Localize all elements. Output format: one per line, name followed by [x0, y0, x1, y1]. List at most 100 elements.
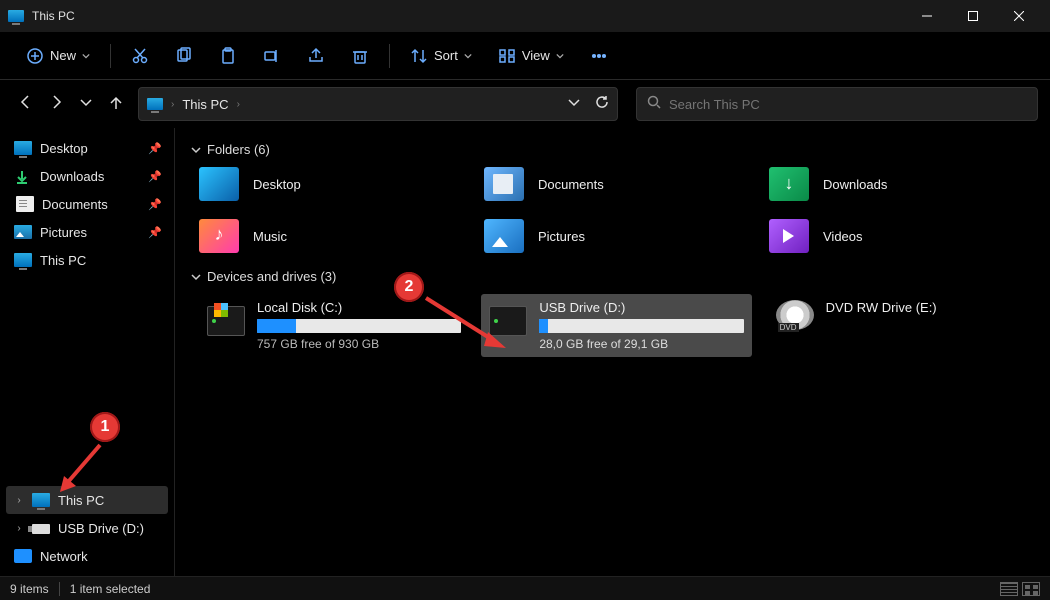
sidebar: Desktop 📌 Downloads📌 Documents 📌 Pictures📌… [0, 128, 175, 576]
sidebar-item-downloads[interactable]: Downloads📌 [6, 162, 168, 190]
toolbar-separator [389, 44, 390, 68]
drive-icon [207, 306, 245, 336]
pin-icon: 📌 [148, 198, 162, 211]
sidebar-item-label: Pictures [40, 225, 87, 240]
minimize-button[interactable] [904, 0, 950, 32]
paste-button[interactable] [209, 40, 247, 72]
plus-circle-icon [26, 47, 44, 65]
sidebar-item-desktop[interactable]: Desktop 📌 [6, 134, 168, 162]
pin-icon: 📌 [148, 142, 162, 155]
picture-icon [14, 225, 32, 239]
folder-label: Downloads [823, 177, 887, 192]
share-button[interactable] [297, 40, 335, 72]
refresh-button[interactable] [595, 95, 609, 114]
tiles-view-button[interactable] [1022, 582, 1040, 596]
status-separator [59, 582, 60, 596]
sidebar-item-label: Documents [42, 197, 108, 212]
up-button[interactable] [108, 94, 124, 115]
search-input[interactable] [669, 97, 1027, 112]
folder-pictures[interactable]: Pictures [484, 219, 749, 253]
breadcrumb-separator: › [237, 99, 240, 110]
breadcrumb-separator: › [171, 99, 174, 110]
sort-icon [410, 47, 428, 65]
pictures-folder-icon [484, 219, 524, 253]
content-pane: Folders (6) Desktop Documents Downloads Mus… [175, 128, 1050, 576]
back-button[interactable] [18, 94, 34, 115]
expand-icon[interactable]: › [14, 495, 24, 506]
rename-button[interactable] [253, 40, 291, 72]
search-box[interactable] [636, 87, 1038, 121]
folder-label: Videos [823, 229, 863, 244]
share-icon [307, 47, 325, 65]
close-button[interactable] [996, 0, 1042, 32]
chevron-down-icon [556, 52, 564, 60]
drive-item[interactable]: DVD RW Drive (E:) [764, 294, 1034, 357]
status-selected-count: 1 item selected [70, 582, 151, 596]
cut-button[interactable] [121, 40, 159, 72]
status-item-count: 9 items [10, 582, 49, 596]
folder-videos[interactable]: Videos [769, 219, 1034, 253]
folder-label: Documents [538, 177, 604, 192]
window-title: This PC [32, 9, 75, 23]
ellipsis-icon [590, 47, 608, 65]
search-icon [647, 95, 661, 114]
sort-label: Sort [434, 48, 458, 63]
folder-desktop[interactable]: Desktop [199, 167, 464, 201]
drive-usage-bar [539, 319, 743, 333]
forward-button[interactable] [48, 94, 64, 115]
recent-button[interactable] [78, 94, 94, 115]
copy-button[interactable] [165, 40, 203, 72]
rename-icon [263, 47, 281, 65]
sidebar-item-this-pc[interactable]: This PC [6, 246, 168, 274]
folders-section-header[interactable]: Folders (6) [191, 142, 1034, 157]
cut-icon [131, 47, 149, 65]
chevron-down-icon [464, 52, 472, 60]
folder-documents[interactable]: Documents [484, 167, 749, 201]
toolbar: New Sort View [0, 32, 1050, 80]
folder-label: Music [253, 229, 287, 244]
expand-icon[interactable]: › [14, 523, 24, 534]
desktop-folder-icon [199, 167, 239, 201]
drive-item[interactable]: USB Drive (D:)28,0 GB free of 29,1 GB [481, 294, 751, 357]
annotation-arrow-2 [418, 290, 518, 360]
toolbar-separator [110, 44, 111, 68]
copy-icon [175, 47, 193, 65]
drives-section-header[interactable]: Devices and drives (3) [191, 269, 1034, 284]
new-label: New [50, 48, 76, 63]
breadcrumb-root[interactable]: This PC [182, 97, 228, 112]
folder-label: Pictures [538, 229, 585, 244]
delete-button[interactable] [341, 40, 379, 72]
folder-downloads[interactable]: Downloads [769, 167, 1034, 201]
view-label: View [522, 48, 550, 63]
folders-header-label: Folders (6) [207, 142, 270, 157]
sidebar-item-label: Downloads [40, 169, 104, 184]
annotation-arrow-1 [50, 440, 110, 500]
usb-icon [32, 524, 50, 534]
maximize-button[interactable] [950, 0, 996, 32]
new-button[interactable]: New [16, 40, 100, 72]
sidebar-item-documents[interactable]: Documents 📌 [6, 190, 168, 218]
drive-name: DVD RW Drive (E:) [826, 300, 1026, 315]
chevron-down-icon [191, 272, 201, 282]
status-bar: 9 items 1 item selected [0, 576, 1050, 600]
tree-item-usb-drive[interactable]: ›USB Drive (D:) [6, 514, 168, 542]
documents-folder-icon [484, 167, 524, 201]
music-folder-icon [199, 219, 239, 253]
view-button[interactable]: View [488, 40, 574, 72]
nav-bar: › This PC › [0, 80, 1050, 128]
videos-folder-icon [769, 219, 809, 253]
this-pc-icon [147, 98, 163, 110]
title-bar: This PC [0, 0, 1050, 32]
downloads-folder-icon [769, 167, 809, 201]
details-view-button[interactable] [1000, 582, 1018, 596]
address-bar[interactable]: › This PC › [138, 87, 618, 121]
network-icon [14, 549, 32, 563]
history-dropdown[interactable] [567, 95, 581, 114]
tree-item-network[interactable]: Network [6, 542, 168, 570]
annotation-marker-2: 2 [394, 272, 424, 302]
more-button[interactable] [580, 40, 618, 72]
sort-button[interactable]: Sort [400, 40, 482, 72]
sidebar-item-label: Desktop [40, 141, 88, 156]
folder-music[interactable]: Music [199, 219, 464, 253]
sidebar-item-pictures[interactable]: Pictures📌 [6, 218, 168, 246]
